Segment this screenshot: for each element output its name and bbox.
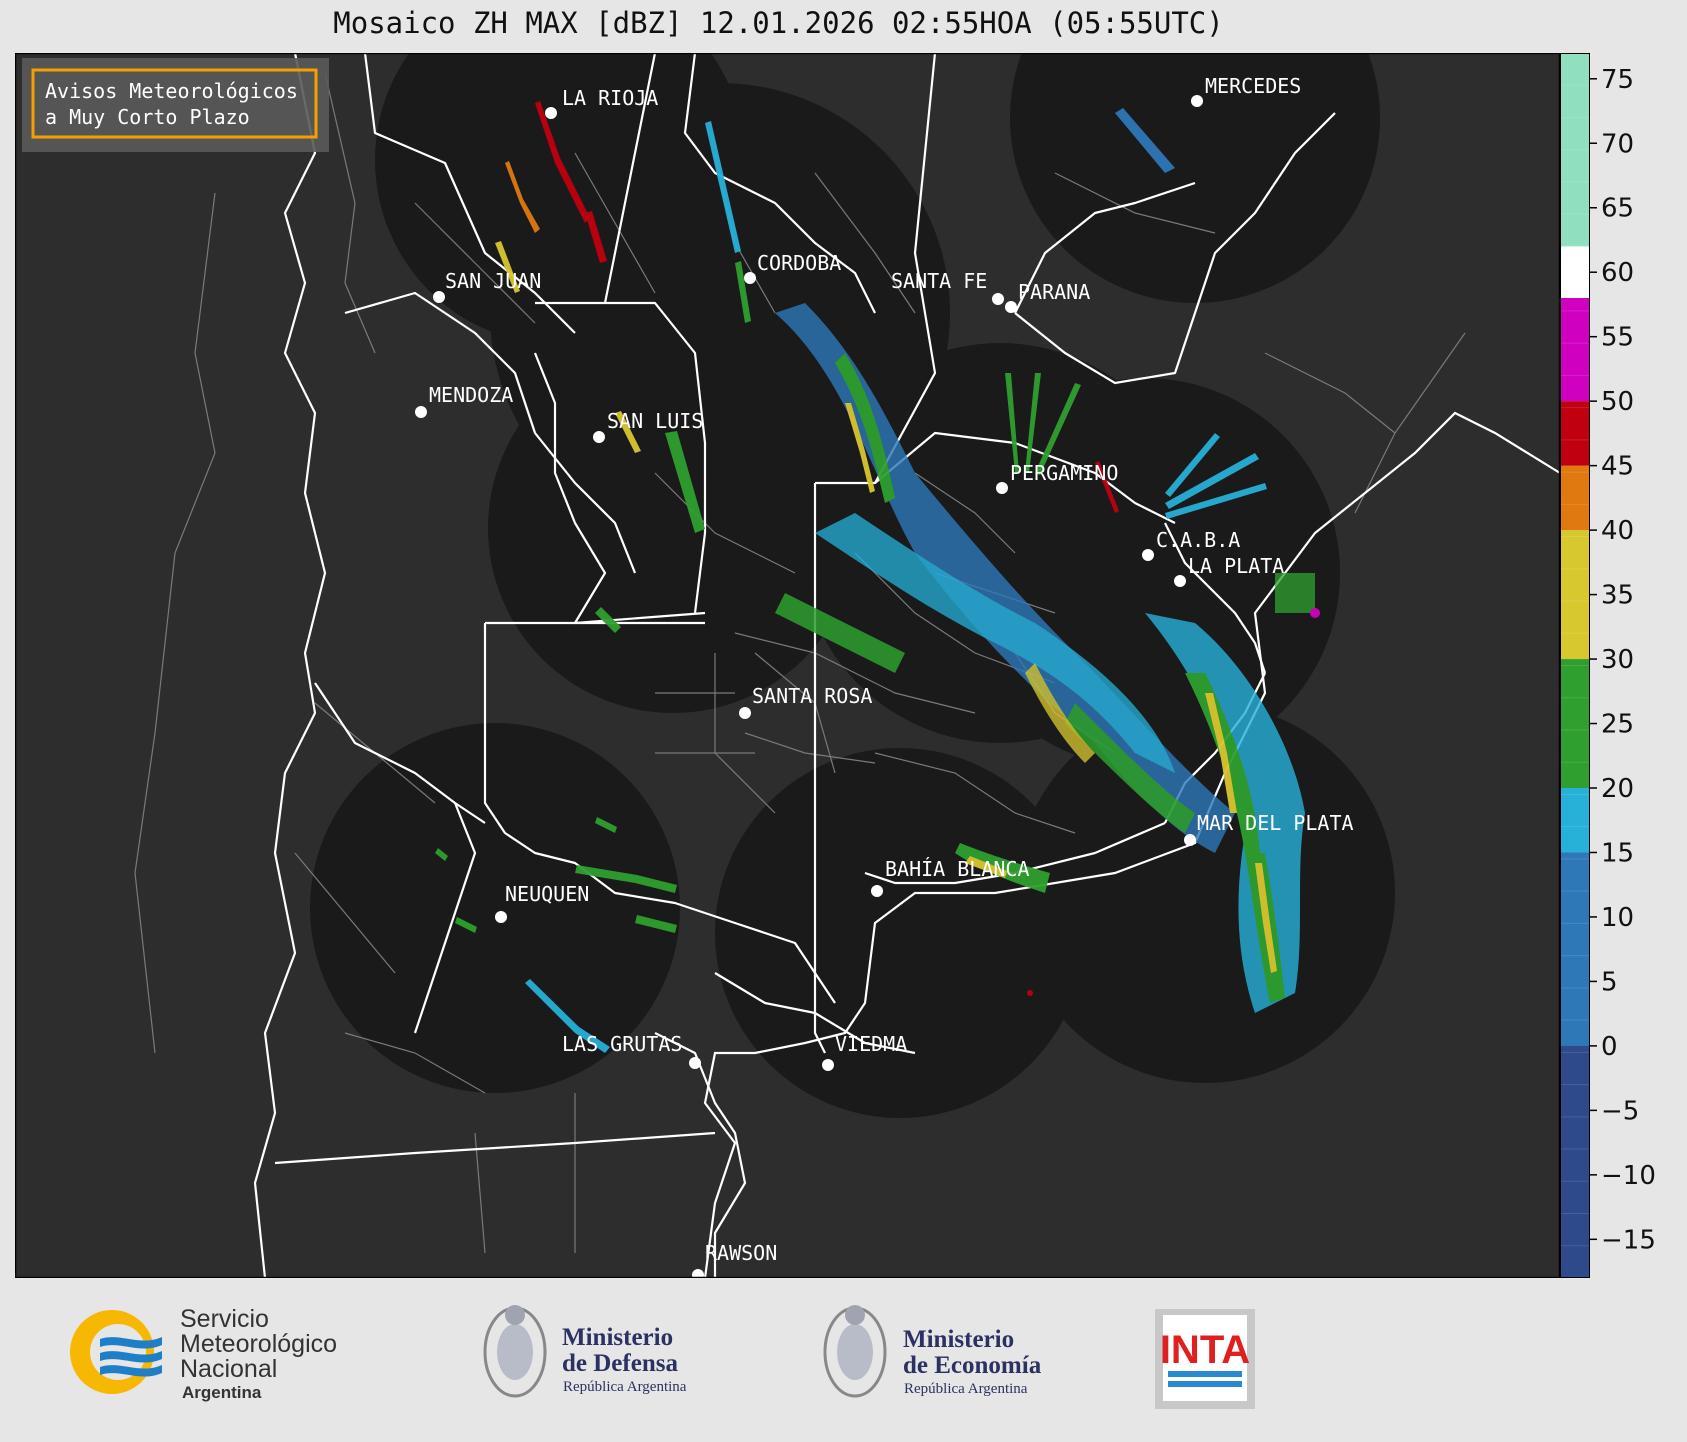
smn-line-4: Argentina <box>182 1383 262 1402</box>
city-label: NEUQUEN <box>505 882 589 906</box>
colorbar-tick-label: 70 <box>1601 129 1634 159</box>
radar-map: Avisos Meteorológicos a Muy Corto Plazo … <box>15 53 1560 1278</box>
city-label: SANTA FE <box>891 269 987 293</box>
city-label: BAHÍA BLANCA <box>885 857 1030 881</box>
city-label: PARANA <box>1018 280 1090 304</box>
colorbar-band <box>1560 246 1590 298</box>
economia-logo: Ministerio de Economía República Argenti… <box>823 1305 1042 1398</box>
colorbar-tick-label: 45 <box>1601 452 1634 482</box>
city-label: LA PLATA <box>1188 554 1284 578</box>
colorbar-tick-label: 25 <box>1601 710 1634 740</box>
colorbar-band <box>1560 401 1590 466</box>
colorbar-tick-label: 50 <box>1601 387 1634 417</box>
city-label: MENDOZA <box>429 383 513 407</box>
city-label: LA RIOJA <box>562 86 658 110</box>
defensa-line-3: República Argentina <box>563 1379 687 1395</box>
colorbar-tick-label: 5 <box>1601 967 1618 997</box>
colorbar-tick-label: 10 <box>1601 903 1634 933</box>
inta-wordmark: INTA <box>1160 1328 1250 1372</box>
colorbar-tick-label: 35 <box>1601 581 1634 611</box>
colorbar-band <box>1560 852 1590 1046</box>
colorbar-tick-label: −5 <box>1601 1096 1639 1126</box>
footer-logos: Servicio Meteorológico Nacional Argentin… <box>0 1277 1687 1438</box>
colorbar-tick-label: 75 <box>1601 65 1634 95</box>
economia-line-1: Ministerio <box>903 1326 1014 1353</box>
city-label: PERGAMINO <box>1010 461 1118 485</box>
colorbar-tick-label: −15 <box>1601 1225 1656 1255</box>
avisos-line-2: a Muy Corto Plazo <box>45 105 250 129</box>
smn-logo: Servicio Meteorológico Nacional Argentin… <box>70 1305 337 1402</box>
colorbar-tick-label: 30 <box>1601 645 1634 675</box>
avisos-legend: Avisos Meteorológicos a Muy Corto Plazo <box>22 58 329 152</box>
city-label: CORDOBA <box>757 251 841 275</box>
dbz-colorbar: 757065605550454035302520151050−5−10−15 <box>1560 53 1656 1278</box>
city-label: SANTA ROSA <box>752 684 872 708</box>
colorbar-tick-label: 65 <box>1601 194 1634 224</box>
map-title: Mosaico ZH MAX [dBZ] 12.01.2026 02:55HOA… <box>333 6 1224 40</box>
colorbar-tick-label: 15 <box>1601 838 1634 868</box>
defensa-logo: Ministerio de Defensa República Argentin… <box>483 1305 687 1398</box>
colorbar-band <box>1560 788 1590 853</box>
colorbar-band <box>1560 298 1590 402</box>
defensa-line-2: de Defensa <box>562 1350 678 1377</box>
colorbar-tick-label: 55 <box>1601 323 1634 353</box>
city-label: SAN JUAN <box>445 269 541 293</box>
smn-line-3: Nacional <box>180 1355 277 1383</box>
colorbar-band <box>1560 465 1590 531</box>
smn-line-1: Servicio <box>180 1305 269 1333</box>
colorbar-tick-label: −10 <box>1601 1161 1656 1191</box>
city-label: SAN LUIS <box>607 409 703 433</box>
radar-disk-bahia-blanca <box>715 748 1085 1118</box>
economia-line-3: República Argentina <box>904 1381 1028 1397</box>
city-label: MAR DEL PLATA <box>1197 811 1354 835</box>
colorbar-tick-label: 60 <box>1601 258 1634 288</box>
colorbar-tick-label: 0 <box>1601 1032 1618 1062</box>
avisos-line-1: Avisos Meteorológicos <box>45 79 298 103</box>
smn-line-2: Meteorológico <box>180 1330 337 1358</box>
economia-line-2: de Economía <box>903 1352 1042 1379</box>
colorbar-tick-label: 20 <box>1601 774 1634 804</box>
city-label: LAS GRUTAS <box>562 1032 682 1056</box>
colorbar-band <box>1560 659 1590 788</box>
city-label: MERCEDES <box>1205 74 1301 98</box>
city-label: VIEDMA <box>835 1032 907 1056</box>
city-label: C.A.B.A <box>1156 528 1240 552</box>
colorbar-band <box>1560 530 1590 660</box>
colorbar-tick-label: 40 <box>1601 516 1634 546</box>
defensa-line-1: Ministerio <box>562 1324 673 1351</box>
inta-logo: INTA <box>1155 1309 1255 1409</box>
city-label: RAWSON <box>705 1241 777 1265</box>
